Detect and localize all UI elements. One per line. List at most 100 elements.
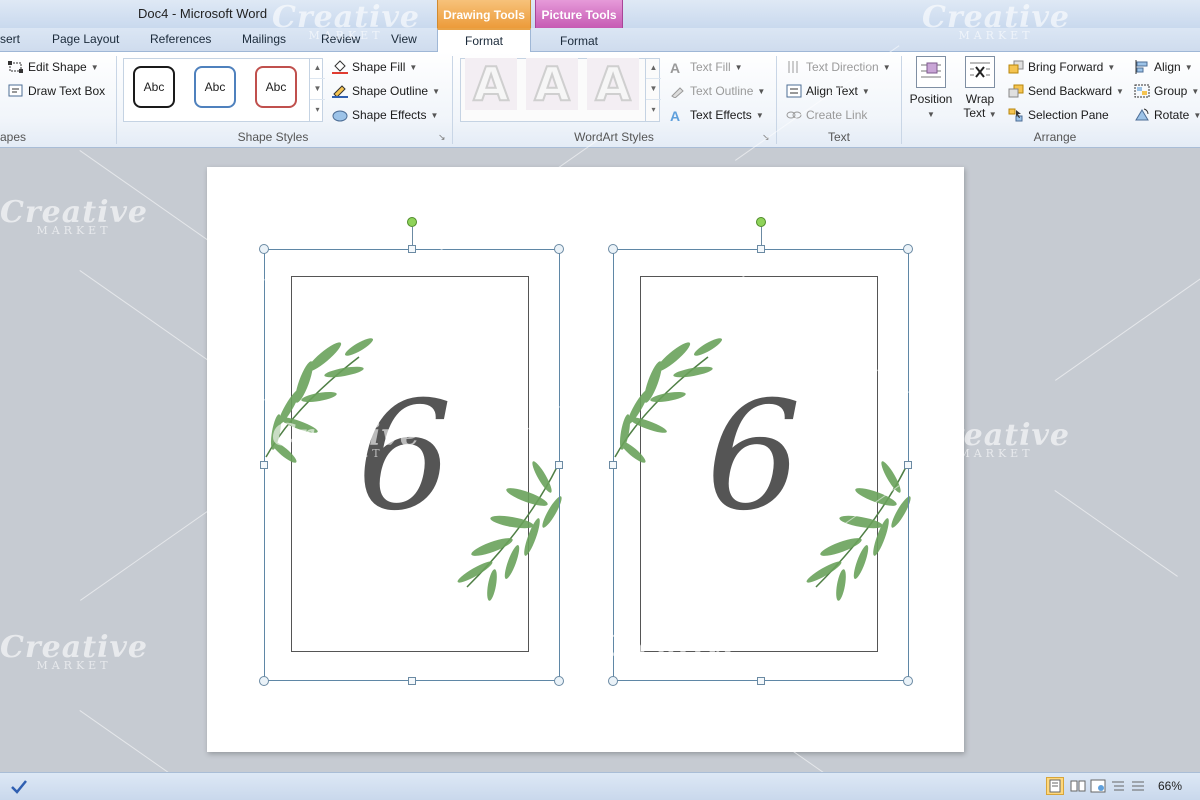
shape-style-red[interactable]: Abc (255, 66, 297, 108)
scroll-down-icon[interactable]: ▼ (310, 79, 325, 100)
align-button[interactable]: Align ▼ (1134, 60, 1193, 74)
edit-shape-button[interactable]: Edit Shape ▼ (8, 60, 99, 74)
shape-outline-button[interactable]: Shape Outline ▼ (332, 84, 440, 98)
text-outline-icon (670, 84, 686, 99)
proofing-check-icon[interactable] (10, 779, 28, 798)
watermark-text: Creative MARKET (0, 195, 148, 237)
resize-handle[interactable] (757, 245, 765, 253)
rotation-handle[interactable] (407, 217, 417, 227)
print-layout-view-icon[interactable] (1046, 777, 1064, 795)
text-fill-button[interactable]: A Text Fill ▼ (670, 60, 743, 76)
text-effects-icon: A (670, 108, 681, 124)
chevron-down-icon: ▼ (927, 110, 935, 119)
resize-handle[interactable] (608, 676, 618, 686)
resize-handle[interactable] (757, 677, 765, 685)
group-divider (452, 56, 453, 144)
resize-handle[interactable] (260, 461, 268, 469)
wordart-style[interactable]: A (587, 57, 639, 111)
web-layout-view-icon[interactable] (1089, 777, 1107, 795)
rotation-handle[interactable] (756, 217, 766, 227)
send-backward-button[interactable]: Send Backward ▼ (1008, 84, 1124, 98)
shape-styles-gallery-scroll[interactable]: ▲ ▼ ▾ (309, 58, 325, 122)
chevron-down-icon: ▼ (1193, 110, 1200, 120)
tab-references[interactable]: References (150, 32, 211, 46)
chevron-down-icon: ▼ (861, 86, 870, 96)
chevron-down-icon: ▼ (755, 110, 764, 120)
align-label: Align (1154, 60, 1181, 74)
text-outline-button[interactable]: Text Outline ▼ (670, 84, 765, 99)
tab-picture-format[interactable]: Format (535, 28, 623, 53)
draw-text-box-button[interactable]: Draw Text Box (8, 84, 105, 98)
full-screen-reading-view-icon[interactable] (1069, 777, 1087, 795)
selection-frame[interactable] (264, 249, 560, 681)
resize-handle[interactable] (259, 244, 269, 254)
chevron-down-icon: ▼ (988, 110, 997, 119)
text-fill-label: Text Fill (690, 60, 731, 74)
chevron-down-icon: ▼ (734, 62, 743, 72)
wordart-style[interactable]: A (526, 57, 578, 111)
selection-pane-icon (1008, 108, 1024, 122)
edit-shape-icon (8, 60, 24, 74)
tab-drawing-format[interactable]: Format (437, 28, 531, 53)
dialog-launcher-icon[interactable]: ↘ (438, 132, 446, 143)
watermark-text: Creative MARKET (0, 630, 148, 672)
resize-handle[interactable] (554, 244, 564, 254)
pencil-icon (332, 84, 348, 98)
bring-forward-button[interactable]: Bring Forward ▼ (1008, 60, 1115, 74)
watermark-text: Creative MARKET (922, 0, 1070, 42)
text-box-icon (8, 84, 24, 98)
arrange-group-label: Arrange (1033, 130, 1077, 144)
tab-page-layout[interactable]: Page Layout (52, 32, 119, 46)
shape-effects-button[interactable]: Shape Effects ▼ (332, 108, 438, 122)
zoom-level[interactable]: 66% (1158, 779, 1182, 793)
shape-fill-label: Shape Fill (352, 60, 406, 74)
rotate-button[interactable]: Rotate ▼ (1134, 108, 1200, 122)
more-icon[interactable]: ▾ (310, 100, 325, 121)
watermark-text: Creative MARKET (596, 195, 744, 237)
position-button[interactable]: Position ▼ (906, 56, 956, 120)
shape-style-label: Abc (265, 80, 287, 94)
shape-effects-label: Shape Effects (352, 108, 427, 122)
selection-pane-button[interactable]: Selection Pane (1008, 108, 1109, 122)
chevron-down-icon: ▼ (90, 62, 99, 72)
resize-handle[interactable] (903, 676, 913, 686)
tab-insert[interactable]: sert (0, 32, 20, 46)
shape-fill-button[interactable]: Shape Fill ▼ (332, 60, 417, 74)
shape-style-black[interactable]: Abc (133, 66, 175, 108)
status-bar: 66% (0, 772, 1200, 800)
wordart-gallery-scroll[interactable]: ▲ ▼ ▾ (645, 58, 661, 122)
resize-handle[interactable] (903, 244, 913, 254)
shape-style-blue[interactable]: Abc (194, 66, 236, 108)
insert-shapes-group-label: apes (0, 130, 27, 144)
outline-view-icon[interactable] (1109, 777, 1127, 795)
more-icon[interactable]: ▾ (646, 100, 661, 121)
resize-handle[interactable] (408, 677, 416, 685)
watermark-text: Creative MARKET (272, 0, 420, 42)
scroll-up-icon[interactable]: ▲ (646, 58, 661, 79)
resize-handle[interactable] (555, 461, 563, 469)
edit-shape-label: Edit Shape (28, 60, 87, 74)
align-text-icon (786, 84, 802, 98)
resize-handle[interactable] (609, 461, 617, 469)
drawing-tools-context-tab: Drawing Tools (437, 0, 531, 28)
scroll-up-icon[interactable]: ▲ (310, 58, 325, 79)
text-direction-icon (786, 60, 802, 74)
group-button[interactable]: Group ▼ (1134, 84, 1199, 98)
resize-handle[interactable] (259, 676, 269, 686)
wrap-text-button[interactable]: Wrap Text ▼ (960, 56, 1000, 120)
shape-style-label: Abc (143, 80, 165, 94)
resize-handle[interactable] (408, 245, 416, 253)
selection-frame[interactable] (613, 249, 909, 681)
ribbon: Edit Shape ▼ Draw Text Box apes Abc Abc … (0, 52, 1200, 148)
wordart-style[interactable]: A (465, 57, 517, 111)
resize-handle[interactable] (608, 244, 618, 254)
draft-view-icon[interactable] (1129, 777, 1147, 795)
create-link-label: Create Link (806, 108, 868, 122)
scroll-down-icon[interactable]: ▼ (646, 79, 661, 100)
chevron-down-icon: ▼ (409, 62, 418, 72)
chevron-down-icon: ▼ (1184, 62, 1193, 72)
text-effects-button[interactable]: A Text Effects ▼ (670, 108, 764, 124)
resize-handle[interactable] (904, 461, 912, 469)
wrap-text-label-1: Wrap (965, 92, 995, 106)
resize-handle[interactable] (554, 676, 564, 686)
